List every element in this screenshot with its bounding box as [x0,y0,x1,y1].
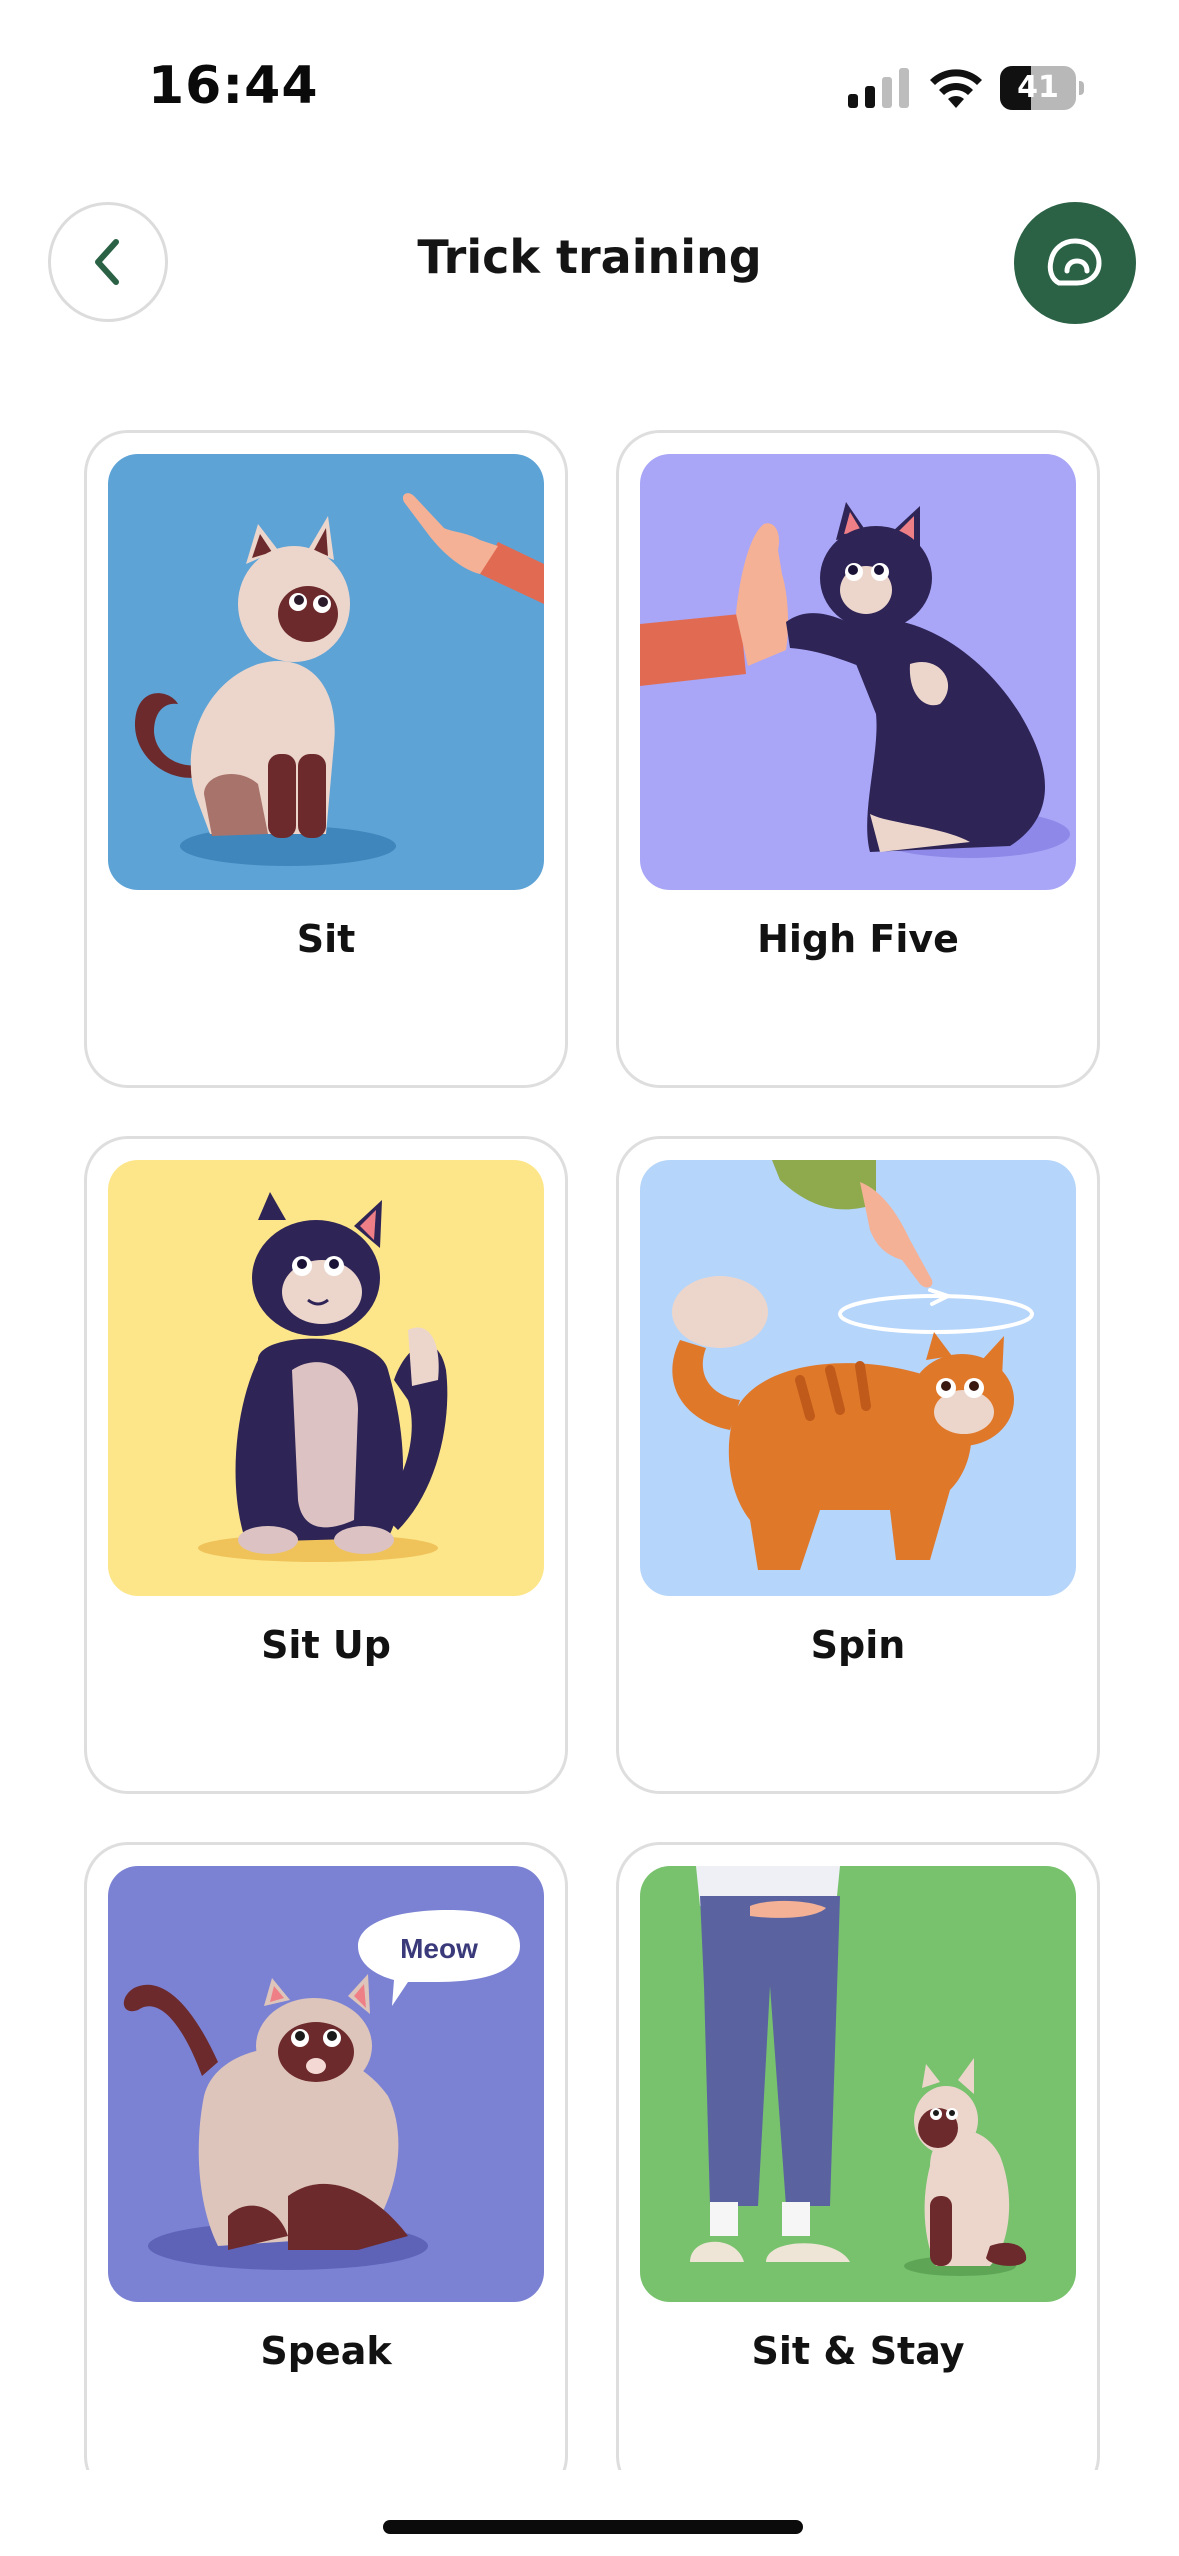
trick-card-spin[interactable]: Spin [616,1136,1100,1794]
trick-image-spin [640,1160,1076,1596]
chat-button[interactable] [1014,202,1136,324]
home-indicator[interactable] [383,2520,803,2534]
speech-bubble-text: Meow [400,1933,478,1964]
page-title: Trick training [417,230,762,284]
trick-label: Speak [260,2329,392,2373]
trick-image-high-five [640,454,1076,890]
trick-label: High Five [757,917,959,961]
trick-card-sit-up[interactable]: Sit Up [84,1136,568,1794]
trick-image-sit-up [108,1160,544,1596]
chat-bubble-icon [1047,238,1102,286]
trick-card-speak[interactable]: Meow Speak [84,1842,568,2470]
wifi-icon [930,69,982,108]
trick-grid: Sit High Five Sit Up Spin Meow Speak Sit… [84,430,1100,2470]
trick-image-speak: Meow [108,1866,544,2302]
battery-icon: 41 [1000,66,1084,110]
status-time: 16:44 [148,56,319,116]
trick-card-sit-and-stay[interactable]: Sit & Stay [616,1842,1100,2470]
trick-label: Sit [296,917,356,961]
cellular-signal-icon [848,68,909,108]
trick-image-sit-and-stay [640,1866,1076,2302]
status-bar: 16:44 41 [0,0,1179,170]
trick-label: Sit Up [261,1623,391,1667]
trick-image-sit [108,454,544,890]
trick-label: Spin [810,1623,906,1667]
trick-label: Sit & Stay [751,2329,965,2373]
trick-card-sit[interactable]: Sit [84,430,568,1088]
battery-level: 41 [1017,70,1059,105]
trick-card-high-five[interactable]: High Five [616,430,1100,1088]
